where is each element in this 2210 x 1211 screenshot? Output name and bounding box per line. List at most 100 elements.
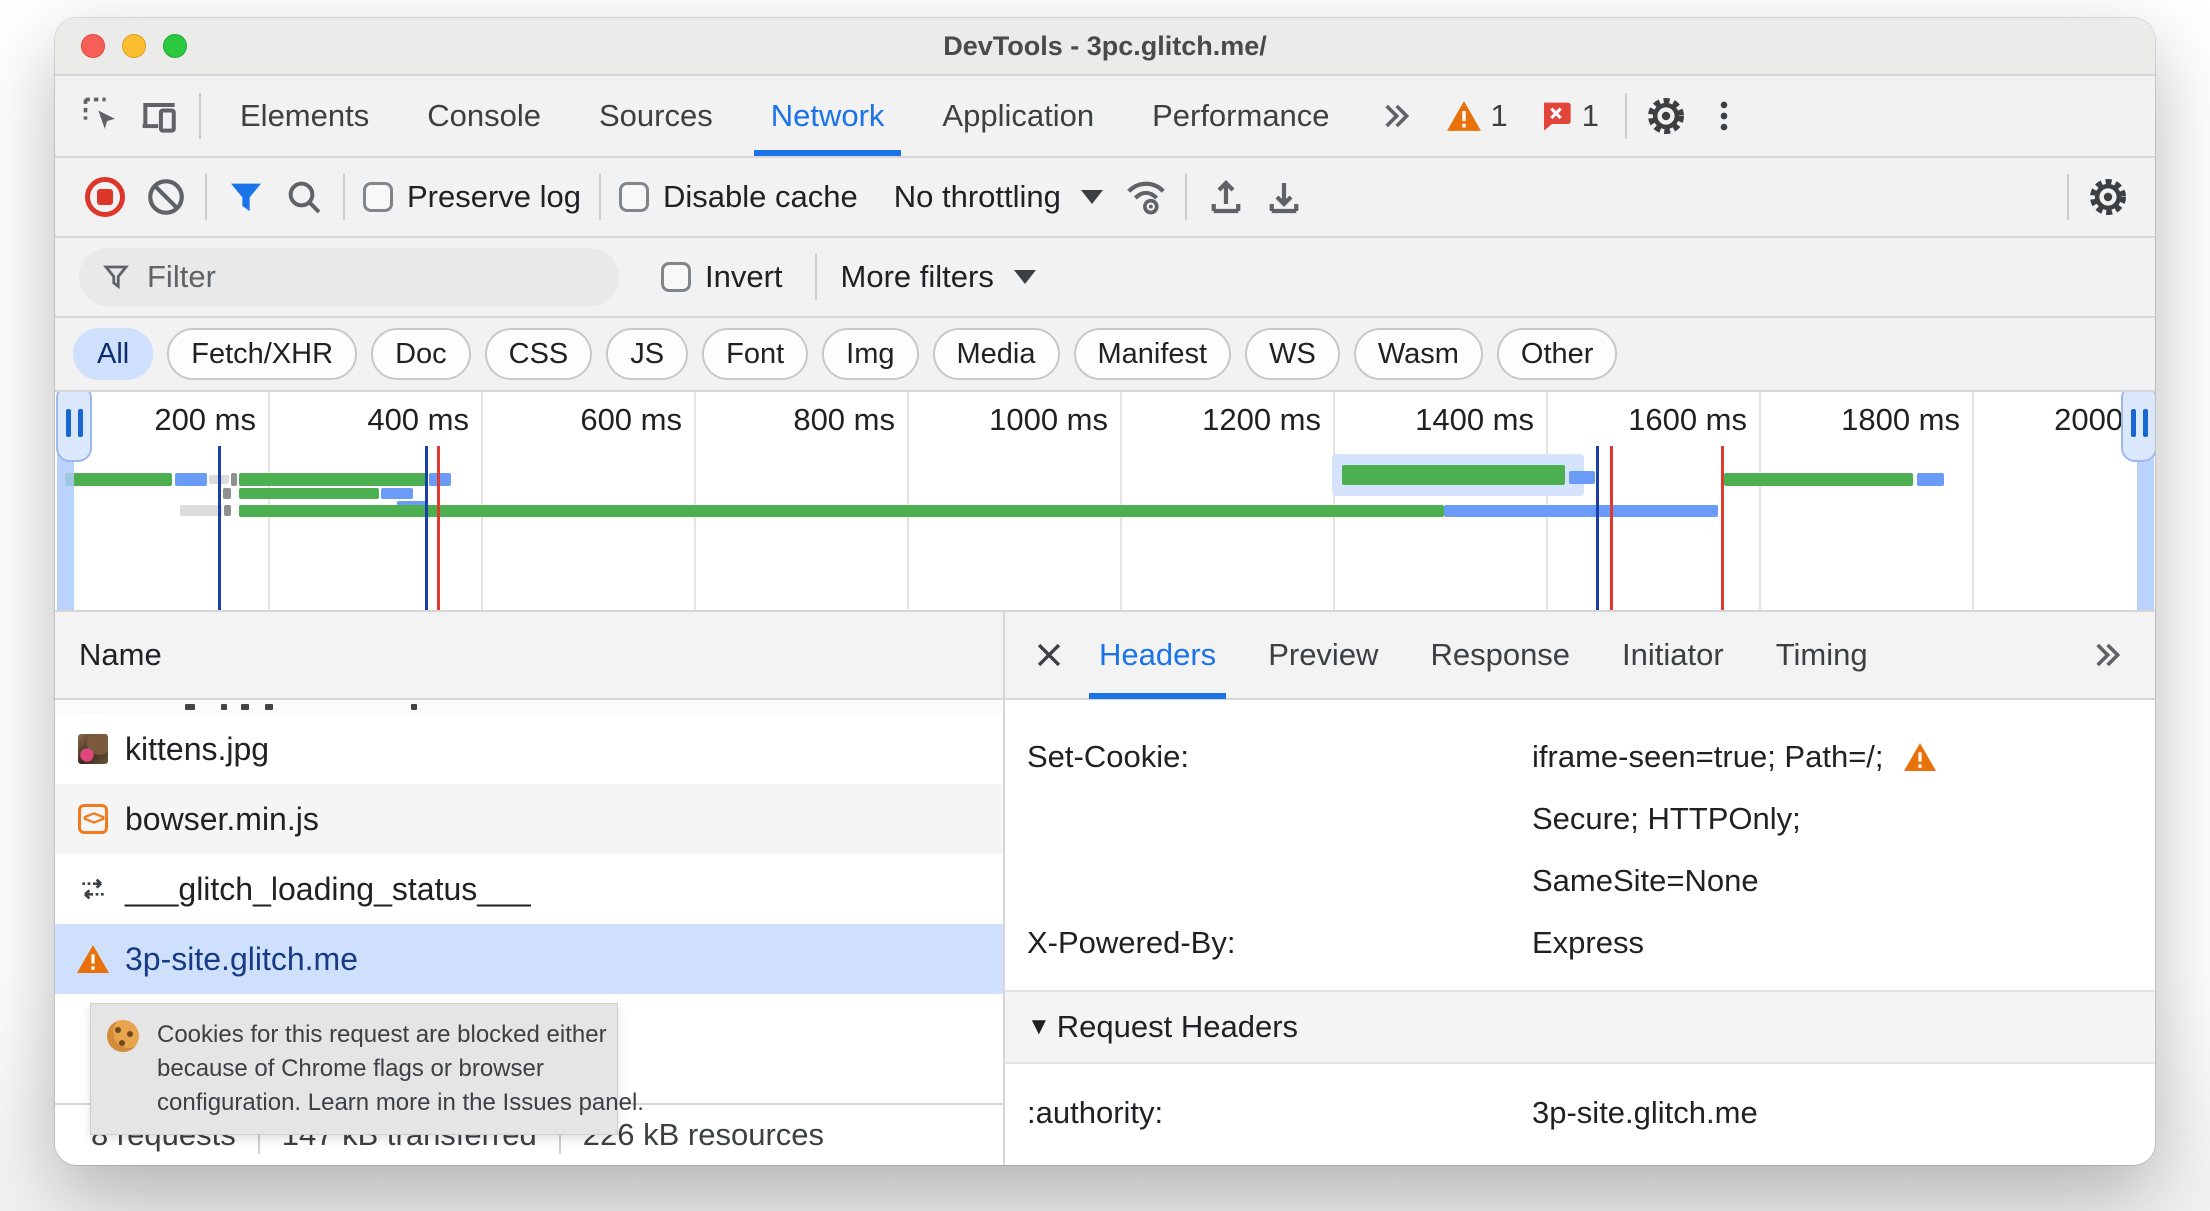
header-value: 3p-site.glitch.me: [1532, 1095, 1758, 1130]
header-value: Secure; HTTPOnly;: [1532, 801, 1801, 836]
kebab-menu-icon[interactable]: [1695, 87, 1753, 145]
lower-split: Name kittens.jpg <> bowser.min.js ___glitch…: [55, 612, 2155, 1165]
waterfall-bar: [1917, 473, 1944, 486]
type-filter-other[interactable]: Other: [1496, 328, 1618, 380]
details-tab-timing[interactable]: Timing: [1750, 612, 1894, 699]
type-filter-manifest[interactable]: Manifest: [1073, 328, 1232, 380]
requests-pane: Name kittens.jpg <> bowser.min.js ___glitch…: [55, 612, 1005, 1165]
record-network-log-button[interactable]: [85, 177, 125, 217]
header-value: SameSite=None: [1532, 863, 1759, 898]
filter-input[interactable]: Filter: [79, 248, 619, 306]
inspect-element-icon[interactable]: [73, 87, 131, 145]
page: DevTools - 3pc.glitch.me/ Elements Consol…: [0, 0, 2210, 1211]
xhr-exchange-icon: [82, 878, 104, 900]
type-filter-img[interactable]: Img: [822, 328, 919, 380]
load-event-line: [1610, 446, 1613, 610]
tooltip-text-line: because of Chrome flags or browser: [157, 1055, 544, 1083]
preserve-log-toggle[interactable]: Preserve log: [355, 179, 589, 215]
type-filter-font[interactable]: Font: [702, 328, 809, 380]
funnel-icon: [103, 265, 129, 290]
more-detail-tabs-chevron[interactable]: [2077, 626, 2135, 684]
type-filter-css[interactable]: CSS: [484, 328, 593, 380]
more-filters-dropdown[interactable]: More filters: [841, 259, 1036, 295]
filter-funnel-icon[interactable]: [217, 168, 275, 226]
invert-checkbox[interactable]: [661, 262, 691, 292]
triangle-down-icon: ▼: [1027, 1013, 1051, 1040]
load-event-line: [1721, 446, 1724, 610]
name-column-header[interactable]: Name: [55, 612, 1003, 700]
search-icon[interactable]: [275, 168, 333, 226]
image-thumbnail-icon: [78, 734, 108, 764]
timeline-left-scrubber[interactable]: [56, 392, 92, 462]
network-toolbar: Preserve log Disable cache No throttling: [55, 158, 2155, 238]
invert-label: Invert: [705, 259, 783, 294]
request-headers-section[interactable]: ▼ Request Headers: [1005, 992, 2155, 1064]
type-filter-fetch-xhr[interactable]: Fetch/XHR: [167, 328, 358, 380]
header-name: Set-Cookie:: [1027, 739, 1189, 774]
type-filter-js[interactable]: JS: [606, 328, 689, 380]
details-tab-preview[interactable]: Preview: [1242, 612, 1404, 699]
tab-performance[interactable]: Performance: [1123, 76, 1358, 156]
waterfall-bar: [175, 473, 207, 486]
request-name: 3p-site.glitch.me: [125, 940, 358, 977]
timeline-tick-label: 600 ms: [580, 402, 682, 437]
import-har-icon[interactable]: [1197, 168, 1255, 226]
filter-placeholder: Filter: [147, 259, 216, 294]
network-settings-gear-icon[interactable]: [2079, 168, 2137, 226]
issues-warning-badge[interactable]: 1: [1446, 98, 1508, 134]
waterfall-bar: [1724, 473, 1913, 486]
tab-elements[interactable]: Elements: [211, 76, 398, 156]
more-filters-label: More filters: [840, 259, 994, 294]
type-filter-all[interactable]: All: [73, 328, 154, 380]
header-name: :authority:: [1027, 1095, 1164, 1130]
preserve-log-checkbox[interactable]: [363, 182, 393, 212]
tab-network[interactable]: Network: [742, 76, 914, 156]
divider: [1625, 93, 1628, 139]
clear-network-log-icon[interactable]: [137, 168, 195, 226]
details-tab-initiator[interactable]: Initiator: [1596, 612, 1750, 699]
network-conditions-icon[interactable]: [1117, 168, 1175, 226]
window-title: DevTools - 3pc.glitch.me/: [943, 30, 1267, 61]
waterfall-bar: [65, 473, 172, 486]
header-value-lines: Express: [1532, 912, 2135, 974]
network-overview-timeline[interactable]: 200 ms 400 ms 600 ms 800 ms 1000 ms 1200 ms 14…: [55, 392, 2155, 612]
details-tab-response[interactable]: Response: [1404, 612, 1596, 699]
request-row[interactable]: 3p-site.glitch.me: [55, 924, 1003, 994]
type-filter-ws[interactable]: WS: [1245, 328, 1340, 380]
tab-console[interactable]: Console: [398, 76, 570, 156]
waterfall-bar: [1569, 471, 1595, 484]
disable-cache-toggle[interactable]: Disable cache: [611, 179, 866, 215]
cookie-blocked-tooltip: Cookies for this request are blocked eit…: [90, 1003, 644, 1136]
type-filter-media[interactable]: Media: [932, 328, 1060, 380]
throttling-value: No throttling: [893, 179, 1061, 214]
request-row[interactable]: ___glitch_loading_status___: [55, 854, 1003, 924]
warning-icon: [1446, 101, 1481, 131]
throttling-dropdown[interactable]: No throttling: [894, 179, 1103, 215]
filter-row: Filter Invert More filters: [55, 238, 2155, 318]
settings-gear-icon[interactable]: [1637, 87, 1695, 145]
disable-cache-checkbox[interactable]: [619, 182, 650, 212]
waterfall-bar: [381, 488, 413, 499]
more-tabs-chevron[interactable]: [1375, 96, 1415, 136]
invert-toggle[interactable]: Invert: [653, 259, 791, 295]
waterfall-bar: [224, 505, 231, 516]
close-details-icon[interactable]: [1025, 626, 1073, 684]
type-filter-doc[interactable]: Doc: [371, 328, 471, 380]
request-row[interactable]: <> bowser.min.js: [55, 784, 1003, 854]
export-har-icon[interactable]: [1255, 168, 1313, 226]
timeline-right-scrubber[interactable]: [2121, 392, 2155, 462]
type-filter-wasm[interactable]: Wasm: [1353, 328, 1483, 380]
tab-application[interactable]: Application: [913, 76, 1123, 156]
request-name: kittens.jpg: [125, 730, 270, 767]
toggle-device-toolbar-icon[interactable]: [131, 87, 189, 145]
chevron-down-icon: [1013, 270, 1036, 284]
waterfall-bar: [1444, 505, 1718, 517]
request-details-pane: Headers Preview Response Initiator Timing Se…: [1005, 612, 2155, 1165]
waterfall-bar: [231, 473, 237, 486]
tab-sources[interactable]: Sources: [570, 76, 742, 156]
timeline-right-strip: [2137, 454, 2154, 610]
preserve-log-label: Preserve log: [407, 179, 582, 214]
console-error-badge[interactable]: 1: [1540, 98, 1599, 134]
details-tab-headers[interactable]: Headers: [1073, 612, 1242, 699]
request-row[interactable]: kittens.jpg: [55, 714, 1003, 784]
